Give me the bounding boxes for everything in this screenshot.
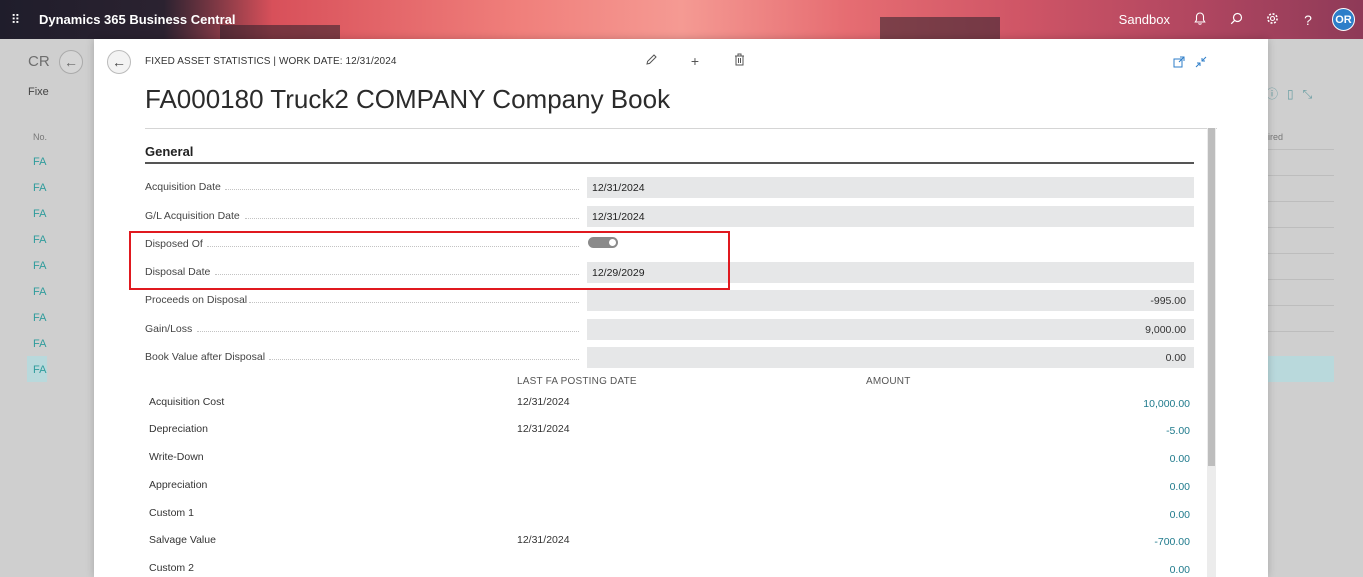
- row-label: Acquisition Cost: [149, 396, 225, 408]
- field-label: Proceeds on Disposal: [145, 294, 248, 306]
- row-amount-link[interactable]: 10,000.00: [1143, 398, 1190, 410]
- notifications-bell-icon[interactable]: [1182, 11, 1218, 28]
- proceeds-on-disposal-value[interactable]: -995.00: [587, 290, 1194, 311]
- action-bar: +: [629, 53, 761, 69]
- table-row: Appreciation 0.00: [149, 477, 1194, 495]
- app-title[interactable]: Dynamics 365 Business Central: [39, 12, 236, 27]
- background-row-link: FA: [33, 338, 47, 350]
- open-new-window-icon[interactable]: [1173, 56, 1185, 71]
- fa-statistics-dialog: ← FIXED ASSET STATISTICS | WORK DATE: 12…: [94, 39, 1268, 577]
- settings-gear-icon[interactable]: [1254, 12, 1290, 28]
- section-divider: [145, 162, 1194, 164]
- table-row: Salvage Value 12/31/2024 -700.00: [149, 532, 1194, 550]
- background-row-divider: [1268, 331, 1334, 332]
- field-gain-loss: Gain/Loss 9,000.00: [145, 319, 1194, 340]
- user-avatar[interactable]: OR: [1332, 8, 1355, 31]
- new-plus-icon[interactable]: +: [673, 53, 717, 69]
- app-launcher-icon[interactable]: ⠿: [0, 0, 32, 39]
- background-row-divider: [1268, 149, 1334, 150]
- background-row-divider: [1268, 305, 1334, 306]
- background-right-column-header: ired: [1268, 132, 1284, 142]
- background-row-link: FA: [33, 208, 47, 220]
- column-header-last-fa-posting-date: LAST FA POSTING DATE: [517, 376, 637, 387]
- book-value-after-disposal-value[interactable]: 0.00: [587, 347, 1194, 368]
- row-amount-link[interactable]: -700.00: [1154, 536, 1190, 548]
- background-row-divider: [1268, 279, 1334, 280]
- row-date: 12/31/2024: [517, 534, 570, 546]
- window-controls: [1173, 56, 1207, 71]
- dotted-leader: [225, 189, 579, 190]
- row-amount-link[interactable]: 0.00: [1170, 481, 1190, 493]
- background-row-divider: [1268, 253, 1334, 254]
- background-row-link: FA: [33, 234, 47, 246]
- background-row-divider: [1268, 227, 1334, 228]
- table-row: Custom 2 0.00: [149, 560, 1194, 577]
- background-row-link: FA: [33, 260, 47, 272]
- background-row-link: FA: [33, 364, 47, 376]
- gl-acquisition-date-value: 12/31/2024: [587, 206, 1194, 227]
- dotted-leader: [249, 302, 579, 303]
- row-label: Appreciation: [149, 479, 208, 491]
- column-header-amount: AMOUNT: [866, 376, 911, 387]
- field-gl-acquisition-date: G/L Acquisition Date 12/31/2024: [145, 206, 1194, 227]
- row-amount-link[interactable]: -5.00: [1166, 425, 1190, 437]
- background-toolbar-icons: ⓘ▯⤡: [1266, 87, 1322, 101]
- background-column-header: No.: [33, 132, 48, 142]
- scrollbar-thumb[interactable]: [1208, 128, 1215, 466]
- field-acquisition-date: Acquisition Date 12/31/2024: [145, 177, 1194, 198]
- back-arrow-icon[interactable]: ←: [107, 50, 131, 74]
- gain-loss-value[interactable]: 9,000.00: [587, 319, 1194, 340]
- row-amount-link[interactable]: 0.00: [1170, 564, 1190, 576]
- dotted-leader: [197, 331, 579, 332]
- row-amount-link[interactable]: 0.00: [1170, 509, 1190, 521]
- row-label: Salvage Value: [149, 534, 216, 546]
- vertical-scrollbar[interactable]: [1207, 128, 1216, 577]
- background-row-link: FA: [33, 182, 47, 194]
- row-amount-link[interactable]: 0.00: [1170, 453, 1190, 465]
- row-label: Depreciation: [149, 423, 208, 435]
- section-title-general[interactable]: General: [145, 144, 193, 159]
- field-book-value-after-disposal: Book Value after Disposal 0.00: [145, 347, 1194, 368]
- background-back-arrow-icon: ←: [59, 50, 83, 74]
- background-tab: Fixe: [28, 86, 49, 98]
- field-label: Gain/Loss: [145, 323, 193, 335]
- field-label: Book Value after Disposal: [145, 351, 266, 363]
- background-row-link: FA: [33, 156, 47, 168]
- acquisition-date-value: 12/31/2024: [587, 177, 1194, 198]
- background-selected-row-right: [1268, 356, 1334, 382]
- background-page-title: CR: [28, 53, 50, 70]
- table-row: Write-Down 0.00: [149, 449, 1194, 467]
- background-row-divider: [1268, 201, 1334, 202]
- row-date: 12/31/2024: [517, 396, 570, 408]
- row-date: 12/31/2024: [517, 423, 570, 435]
- table-row: Acquisition Cost 12/31/2024 10,000.00: [149, 394, 1194, 412]
- top-bar: ⠿ Dynamics 365 Business Central Sandbox …: [0, 0, 1363, 39]
- edit-pencil-icon[interactable]: [629, 53, 673, 69]
- delete-trash-icon[interactable]: [717, 53, 761, 69]
- lifeguard-tower-silhouette: [880, 17, 1000, 39]
- row-label: Custom 1: [149, 507, 194, 519]
- dotted-leader: [269, 359, 579, 360]
- breadcrumb: FIXED ASSET STATISTICS | WORK DATE: 12/3…: [145, 56, 397, 67]
- background-row-divider: [1268, 175, 1334, 176]
- title-separator: [145, 128, 1217, 129]
- field-label: G/L Acquisition Date: [145, 210, 240, 222]
- page-title: FA000180 Truck2 COMPANY Company Book: [145, 84, 671, 114]
- palm-silhouette: [220, 25, 340, 39]
- dotted-leader: [245, 218, 579, 219]
- collapse-icon[interactable]: [1195, 56, 1207, 71]
- background-row-link: FA: [33, 312, 47, 324]
- environment-label: Sandbox: [1118, 12, 1170, 27]
- row-label: Write-Down: [149, 451, 204, 463]
- field-label: Acquisition Date: [145, 181, 221, 193]
- background-row-link: FA: [33, 286, 47, 298]
- row-label: Custom 2: [149, 562, 194, 574]
- table-row: Custom 1 0.00: [149, 505, 1194, 523]
- search-icon[interactable]: [1218, 12, 1254, 28]
- table-row: Depreciation 12/31/2024 -5.00: [149, 421, 1194, 439]
- help-icon[interactable]: ?: [1290, 12, 1326, 28]
- field-proceeds-on-disposal: Proceeds on Disposal -995.00: [145, 290, 1194, 311]
- red-highlight-box: [129, 231, 730, 290]
